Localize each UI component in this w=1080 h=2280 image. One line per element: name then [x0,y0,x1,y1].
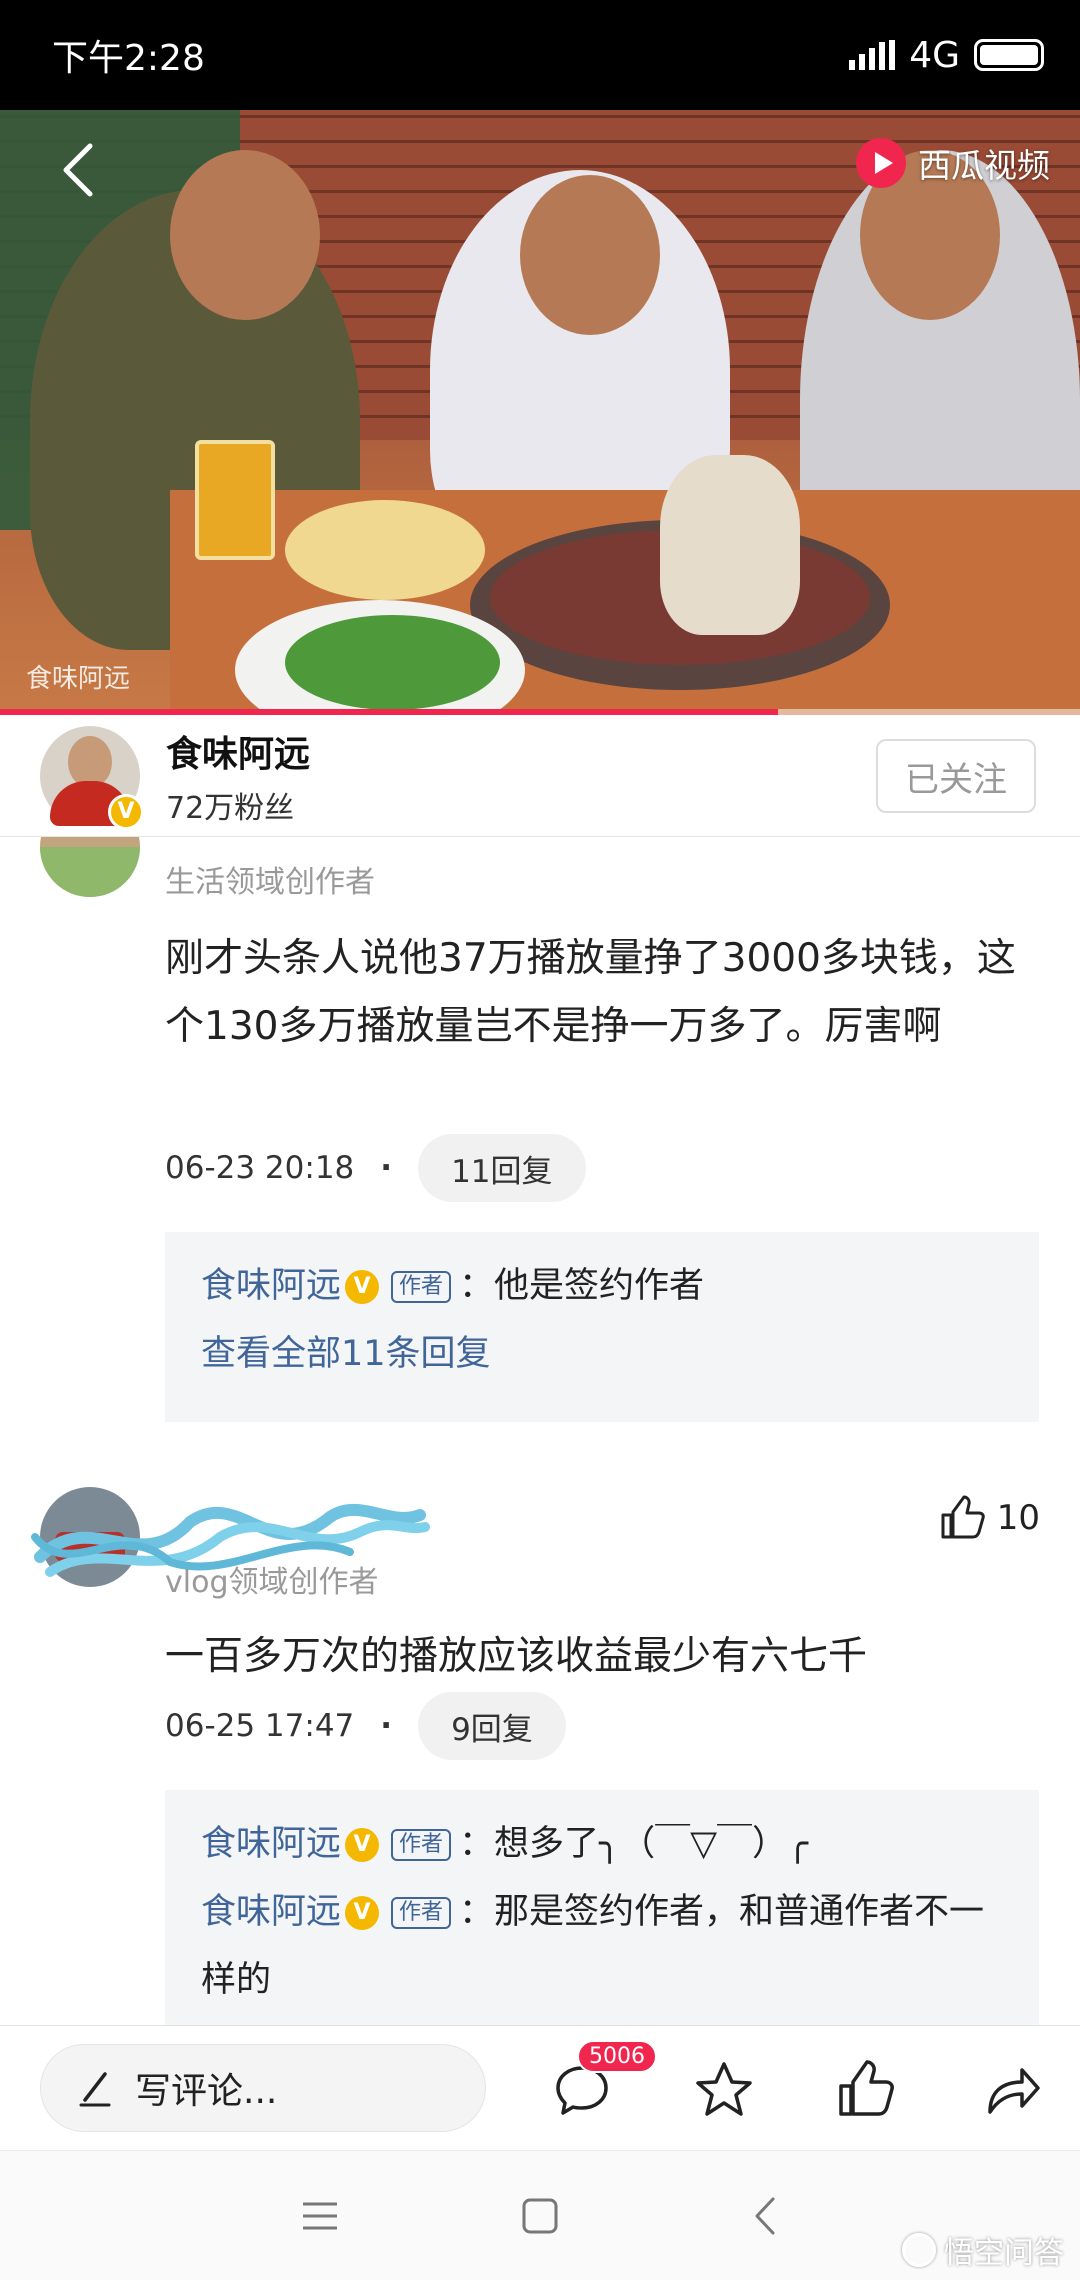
comment-meta: 06-25 17:47 · 9回复 [165,1692,566,1760]
status-right: 4G [849,35,1044,76]
reply-author-name[interactable]: 食味阿远 [201,1266,341,1306]
home-icon[interactable] [515,2191,565,2241]
video-frame-dish [285,500,485,600]
reply-author-name[interactable]: 食味阿远 [201,1824,341,1864]
author-info: 食味阿远 72万粉丝 [166,725,310,827]
like-button[interactable]: 10 [939,1495,1040,1541]
thumbs-up-icon[interactable] [835,2058,899,2122]
author-avatar[interactable]: V [40,725,144,830]
comment-time: 06-25 17:47 [165,1708,355,1744]
comment-count-badge: 5006 [577,2040,657,2073]
video-frame-head [170,150,320,320]
author-tag: 作者 [391,1829,452,1861]
write-comment-placeholder: 写评论... [135,2071,278,2112]
menu-icon[interactable] [295,2191,345,2241]
back-chevron-icon[interactable] [54,140,104,200]
reply-box: 食味阿远 V 作者 ：想多了╮（￣▽￣）╭ 食味阿远 V 作者 ：那是签约作者，和普通作者不… [165,1790,1039,2025]
corner-watermark-label: 悟空问答 [944,2236,1064,2271]
signal-icon [849,40,896,70]
reply-count-button[interactable]: 11回复 [418,1134,586,1202]
reply-box: 食味阿远 V 作者 ：他是签约作者 查看全部11条回复 [165,1232,1039,1422]
author-tag: 作者 [391,1897,452,1929]
view-all-replies-link[interactable]: 查看全部11条回复 [201,1320,1003,1388]
video-frame-skull [660,455,800,635]
pen-icon [79,2072,111,2107]
corner-watermark: 悟空问答 [902,2228,1064,2272]
author-name[interactable]: 食味阿远 [166,725,310,777]
bottom-action-bar: 写评论... 5006 [0,2025,1080,2150]
reply-author-name[interactable]: 食味阿远 [201,1892,341,1932]
author-fans: 72万粉丝 [166,790,295,826]
comment-list: 生活领域创作者 刚才头条人说他37万播放量挣了3000多块钱，这个130多万播放… [0,837,1080,2025]
video-brand: 西瓜视频 [856,138,1050,188]
comment-time: 06-23 20:18 [165,1150,355,1186]
author-tag: 作者 [391,1271,452,1303]
commenter-role: 生活领域创作者 [165,865,375,900]
reply-text: ：他是签约作者 [459,1266,705,1306]
verified-icon: V [345,1828,380,1862]
video-watermark: 食味阿远 [26,664,131,694]
author-header: V 食味阿远 72万粉丝 已关注 [0,715,1080,837]
verified-icon: V [108,793,144,830]
reply-text: ：想多了╮（￣▽￣）╭ [459,1824,809,1864]
commenter-role: vlog领域创作者 [165,1565,379,1600]
status-time: 下午2:28 [52,38,205,79]
video-frame-vegetables [285,615,500,710]
thumbs-up-icon [941,1495,985,1539]
verified-icon: V [345,1270,380,1304]
status-bar: 下午2:28 4G [0,0,1080,110]
share-icon[interactable] [980,2058,1044,2122]
comment-meta: 06-23 20:18 · 11回复 [165,1134,586,1202]
xigua-play-icon [856,138,906,188]
comment-text: 一百多万次的播放应该收益最少有六七千 [165,1634,868,1679]
back-icon[interactable] [742,2191,792,2241]
reply-count-button[interactable]: 9回复 [418,1692,566,1760]
battery-icon [974,39,1044,71]
write-comment-input[interactable]: 写评论... [40,2044,486,2132]
star-icon[interactable] [692,2058,756,2122]
commenter-avatar[interactable] [40,837,140,897]
reply-item: 食味阿远 V 作者 ：那是签约作者，和普通作者不一样的 [201,1878,1003,2014]
follow-button[interactable]: 已关注 [876,739,1036,813]
verified-icon: V [345,1896,380,1930]
like-count: 10 [996,1498,1040,1538]
video-brand-label: 西瓜视频 [918,146,1050,185]
network-label: 4G [909,34,960,76]
comment-text: 刚才头条人说他37万播放量挣了3000多块钱，这个130多万播放量岂不是挣一万多… [165,936,1016,1049]
video-frame-head [520,175,660,335]
wukong-logo-icon [902,2233,936,2267]
video-player[interactable]: 西瓜视频 食味阿远 [0,110,1080,715]
reply-item: 食味阿远 V 作者 ：他是签约作者 [201,1252,1003,1320]
reply-item: 食味阿远 V 作者 ：想多了╮（￣▽￣）╭ [201,1810,1003,1878]
video-frame-beer [195,440,275,560]
